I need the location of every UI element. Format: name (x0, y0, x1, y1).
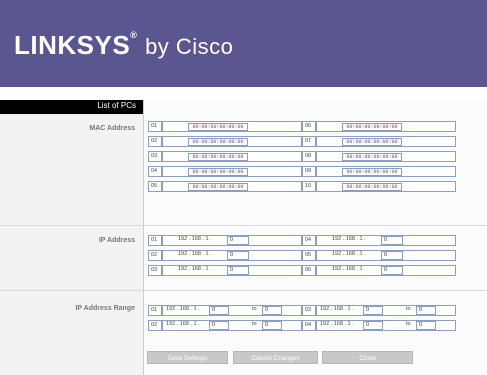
range-to-input[interactable]: 0 (416, 321, 436, 330)
row-number: 08 (302, 151, 316, 162)
range-from-input[interactable]: 0 (363, 321, 383, 330)
range-to-input[interactable]: 0 (262, 321, 282, 330)
mac-address-label: MAC Address (89, 125, 135, 132)
mac-address-input[interactable]: 00:00:00:00:00:00 (188, 167, 248, 176)
ip-prefix: 192 . 168 . 1 . (332, 236, 366, 242)
row-number: 02 (148, 136, 162, 147)
range-from-input[interactable]: 0 (209, 321, 229, 330)
row-number: 02 (148, 320, 162, 331)
range-from-input[interactable]: 0 (363, 306, 383, 315)
row-number: 04 (302, 235, 316, 246)
sidebar-title-bar: List of PCs (0, 100, 143, 114)
ip-prefix: 192 . 168 . 1 . (178, 266, 212, 272)
range-from-input[interactable]: 0 (209, 306, 229, 315)
ip-octet-input[interactable]: 0 (381, 251, 403, 260)
ip-range-label: IP Address Range (75, 305, 135, 312)
ip-prefix: 192 . 168 . 1 . (332, 251, 366, 257)
ip-prefix: 192 . 168 . 1 . (178, 236, 212, 242)
row-number: 01 (148, 121, 162, 132)
ip-prefix: 192 . 168 . 1 . (166, 321, 200, 327)
close-button[interactable]: Close (322, 351, 413, 364)
linksys-logo: LINKSYS® by Cisco (14, 30, 233, 61)
row-number: 03 (302, 305, 316, 316)
ip-octet-input[interactable]: 0 (227, 236, 249, 245)
ip-prefix: 192 . 168 . 1 . (178, 251, 212, 257)
row-number: 04 (302, 320, 316, 331)
row-number: 07 (302, 136, 316, 147)
mac-address-input[interactable]: 00:00:00:00:00:00 (188, 182, 248, 191)
ip-octet-input[interactable]: 0 (227, 251, 249, 260)
mac-address-input[interactable]: 00:00:00:00:00:00 (342, 152, 402, 161)
ip-prefix: 192 . 168 . 1 . (166, 306, 200, 312)
ip-prefix: 192 . 168 . 1 . (332, 266, 366, 272)
mac-address-input[interactable]: 00:00:00:00:00:00 (188, 137, 248, 146)
mac-address-input[interactable]: 00:00:00:00:00:00 (342, 122, 402, 131)
row-number: 09 (302, 166, 316, 177)
ip-address-label: IP Address (98, 237, 135, 244)
mac-address-input[interactable]: 00:00:00:00:00:00 (342, 182, 402, 191)
header-banner: LINKSYS® by Cisco (0, 0, 487, 87)
ip-octet-input[interactable]: 0 (227, 266, 249, 275)
row-number: 03 (148, 151, 162, 162)
range-to-label: to (406, 321, 411, 327)
row-number: 05 (302, 250, 316, 261)
ip-prefix: 192 . 168 . 1 . (320, 321, 354, 327)
row-number: 10 (302, 181, 316, 192)
row-number: 05 (148, 181, 162, 192)
brand-name: LINKSYS (14, 30, 131, 60)
range-to-label: to (252, 321, 257, 327)
section-divider (0, 290, 487, 291)
row-number: 01 (148, 235, 162, 246)
row-number: 02 (148, 250, 162, 261)
row-number: 06 (302, 265, 316, 276)
registered-mark: ® (130, 30, 138, 40)
section-divider (0, 225, 487, 226)
range-to-label: to (252, 306, 257, 312)
row-number: 06 (302, 121, 316, 132)
cancel-changes-button[interactable]: Cancel Changes (233, 351, 318, 364)
brand-sub: by Cisco (145, 34, 234, 59)
sidebar-title: List of PCs (97, 101, 136, 110)
mac-address-input[interactable]: 00:00:00:00:00:00 (342, 167, 402, 176)
ip-octet-input[interactable]: 0 (381, 266, 403, 275)
mac-address-input[interactable]: 00:00:00:00:00:00 (188, 122, 248, 131)
row-number: 03 (148, 265, 162, 276)
mac-address-input[interactable]: 00:00:00:00:00:00 (342, 137, 402, 146)
range-to-label: to (406, 306, 411, 312)
range-to-input[interactable]: 0 (262, 306, 282, 315)
ip-prefix: 192 . 168 . 1 . (320, 306, 354, 312)
ip-octet-input[interactable]: 0 (381, 236, 403, 245)
row-number: 04 (148, 166, 162, 177)
row-number: 01 (148, 305, 162, 316)
mac-address-input[interactable]: 00:00:00:00:00:00 (188, 152, 248, 161)
range-to-input[interactable]: 0 (416, 306, 436, 315)
save-settings-button[interactable]: Save Settings (147, 351, 228, 364)
